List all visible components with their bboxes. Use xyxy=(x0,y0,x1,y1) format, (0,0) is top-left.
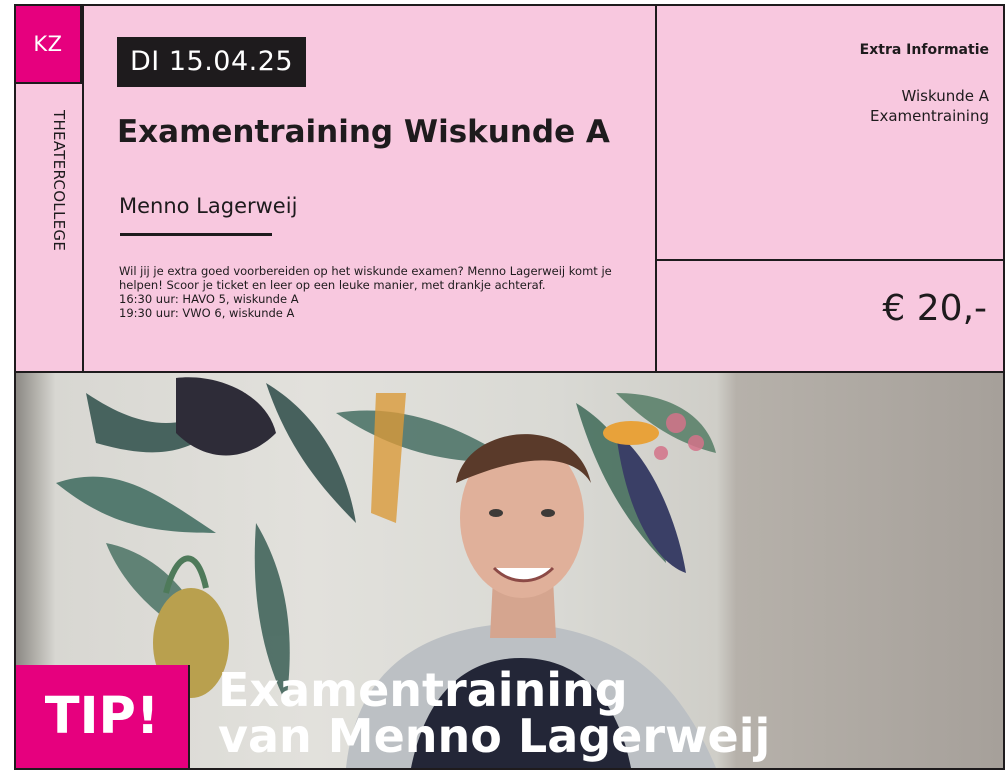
extra-info-text: Wiskunde A Examentraining xyxy=(789,86,989,126)
extra-info-title: Extra Informatie xyxy=(859,42,989,58)
presenter-name: Menno Lagerweij xyxy=(119,194,298,218)
banner-headline-line-1: Examentraining xyxy=(218,663,628,717)
info-panel: Extra Informatie Wiskunde A Examentraini… xyxy=(655,6,1003,371)
tip-badge: TIP! xyxy=(16,665,188,768)
info-line-subject: Wiskunde A xyxy=(901,87,989,105)
event-details: DI 15.04.25 Examentraining Wiskunde A Me… xyxy=(84,6,655,371)
title-underline xyxy=(120,233,272,236)
description-text: Wil jij je extra goed voorbereiden op he… xyxy=(119,264,612,292)
event-card: KZ THEATERCOLLEGE DI 15.04.25 Examentrai… xyxy=(14,4,1005,770)
event-description: Wil jij je extra goed voorbereiden op he… xyxy=(119,264,624,320)
event-title[interactable]: Examentraining Wiskunde A xyxy=(117,114,610,150)
venue-column: THEATERCOLLEGE xyxy=(16,84,84,371)
venue-badge: KZ xyxy=(16,6,82,84)
banner-headline-line-2: van Menno Lagerweij xyxy=(218,709,771,763)
presenter-photo: TIP! Examentraining van Menno Lagerweij xyxy=(16,373,1003,768)
event-header: KZ THEATERCOLLEGE DI 15.04.25 Examentrai… xyxy=(16,6,1003,371)
session-time-vwo: 19:30 uur: VWO 6, wiskunde A xyxy=(119,306,295,320)
ticket-price[interactable]: € 20,- xyxy=(882,288,987,329)
event-date: DI 15.04.25 xyxy=(117,37,307,87)
banner-headline: Examentraining van Menno Lagerweij xyxy=(218,667,770,759)
venue-label: THEATERCOLLEGE xyxy=(50,110,68,252)
extra-info-box: Extra Informatie Wiskunde A Examentraini… xyxy=(657,6,1003,261)
session-time-havo: 16:30 uur: HAVO 5, wiskunde A xyxy=(119,292,299,306)
info-line-type: Examentraining xyxy=(869,107,989,125)
divider xyxy=(188,665,190,768)
